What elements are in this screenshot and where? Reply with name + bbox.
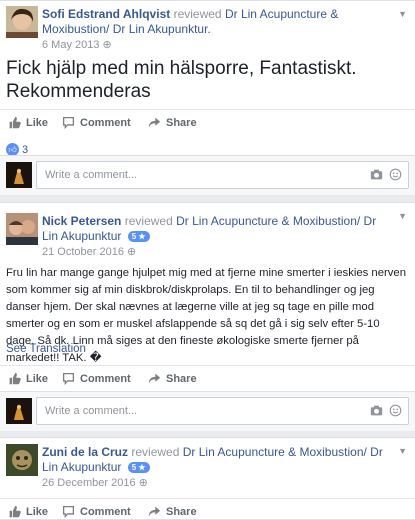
share-label: Share bbox=[166, 116, 197, 129]
camera-icon[interactable] bbox=[370, 404, 383, 417]
emoji-icon[interactable] bbox=[389, 404, 402, 417]
comment-label: Comment bbox=[80, 505, 131, 518]
comment-button[interactable]: Comment bbox=[62, 372, 131, 385]
like-label: Like bbox=[26, 505, 49, 518]
globe-icon: ⊕ bbox=[138, 477, 148, 489]
thumbs-up-icon bbox=[8, 116, 21, 129]
reviewer-name[interactable]: Zuni de la Cruz bbox=[42, 445, 128, 459]
review-header: Nick Petersen reviewed Dr Lin Acupunctur… bbox=[42, 214, 395, 244]
comment-input[interactable]: Write a comment... bbox=[36, 397, 409, 425]
reviewed-label: reviewed bbox=[124, 214, 173, 228]
share-icon bbox=[148, 116, 161, 129]
rating-badge: 5 ★ bbox=[127, 231, 150, 242]
review-post: Nick Petersen reviewed Dr Lin Acupunctur… bbox=[0, 202, 415, 431]
comment-placeholder: Write a comment... bbox=[45, 405, 138, 417]
globe-icon: ⊕ bbox=[102, 39, 112, 51]
avatar[interactable] bbox=[6, 444, 38, 476]
comment-label: Comment bbox=[80, 372, 131, 385]
like-button[interactable]: Like bbox=[8, 372, 48, 385]
action-bar: Like Comment Share bbox=[0, 109, 415, 135]
avatar bbox=[6, 162, 32, 188]
reviewed-label: reviewed bbox=[131, 445, 180, 459]
comment-icon bbox=[62, 372, 75, 385]
like-button[interactable]: Like bbox=[8, 116, 48, 129]
comment-input[interactable]: Write a comment... bbox=[36, 161, 409, 189]
review-post: Sofi Edstrand Ahlqvist reviewed Dr Lin A… bbox=[0, 0, 415, 195]
rating-badge: 5 ★ bbox=[127, 462, 150, 473]
post-date[interactable]: 21 October 2016 bbox=[42, 246, 124, 258]
share-button[interactable]: Share bbox=[148, 372, 197, 385]
share-icon bbox=[148, 505, 161, 518]
avatar[interactable] bbox=[6, 213, 38, 245]
comment-button[interactable]: Comment bbox=[62, 505, 131, 518]
review-post: Zuni de la Cruz reviewed Dr Lin Acupunct… bbox=[0, 437, 415, 520]
post-meta: 6 May 2013 ⊕ bbox=[42, 39, 112, 52]
post-date[interactable]: 6 May 2013 bbox=[42, 39, 99, 51]
reviewed-label: reviewed bbox=[173, 7, 222, 21]
reviews-feed: Sofi Edstrand Ahlqvist reviewed Dr Lin A… bbox=[0, 0, 415, 520]
share-icon bbox=[148, 372, 161, 385]
emoji-icon[interactable] bbox=[389, 168, 402, 181]
share-button[interactable]: Share bbox=[148, 116, 197, 129]
review-text: Fick hjälp med min hälsporre, Fantastisk… bbox=[6, 58, 357, 102]
comment-placeholder: Write a comment... bbox=[45, 169, 138, 181]
comment-label: Comment bbox=[80, 116, 131, 129]
see-translation-link[interactable]: See Translation bbox=[6, 343, 86, 355]
action-bar: Like Comment Share bbox=[0, 365, 415, 391]
review-header: Sofi Edstrand Ahlqvist reviewed Dr Lin A… bbox=[42, 7, 395, 37]
like-button[interactable]: Like bbox=[8, 505, 48, 518]
post-date[interactable]: 26 December 2016 bbox=[42, 477, 136, 489]
chevron-down-icon[interactable]: ▼ bbox=[398, 446, 407, 456]
share-label: Share bbox=[166, 505, 197, 518]
like-label: Like bbox=[26, 372, 49, 385]
comment-button[interactable]: Comment bbox=[62, 116, 131, 129]
like-count-value: 3 bbox=[22, 143, 29, 156]
share-label: Share bbox=[166, 372, 197, 385]
chevron-down-icon[interactable]: ▼ bbox=[398, 211, 407, 221]
action-bar: Like Comment Share bbox=[0, 498, 415, 520]
review-header: Zuni de la Cruz reviewed Dr Lin Acupunct… bbox=[42, 445, 395, 475]
globe-icon: ⊕ bbox=[127, 246, 137, 258]
reviewer-name[interactable]: Nick Petersen bbox=[42, 214, 121, 228]
avatar bbox=[6, 398, 32, 424]
thumbs-up-icon bbox=[8, 372, 21, 385]
comment-composer: Write a comment... bbox=[0, 391, 415, 431]
post-meta: 21 October 2016 ⊕ bbox=[42, 246, 136, 259]
post-meta: 26 December 2016 ⊕ bbox=[42, 477, 148, 490]
camera-icon[interactable] bbox=[370, 168, 383, 181]
comment-icon bbox=[62, 505, 75, 518]
like-label: Like bbox=[26, 116, 49, 129]
chevron-down-icon[interactable]: ▼ bbox=[398, 9, 407, 19]
comment-icon bbox=[62, 116, 75, 129]
share-button[interactable]: Share bbox=[148, 505, 197, 518]
reviewer-name[interactable]: Sofi Edstrand Ahlqvist bbox=[42, 7, 170, 21]
comment-composer: Write a comment... bbox=[0, 155, 415, 195]
thumbs-up-icon bbox=[8, 505, 21, 518]
avatar[interactable] bbox=[6, 6, 38, 38]
